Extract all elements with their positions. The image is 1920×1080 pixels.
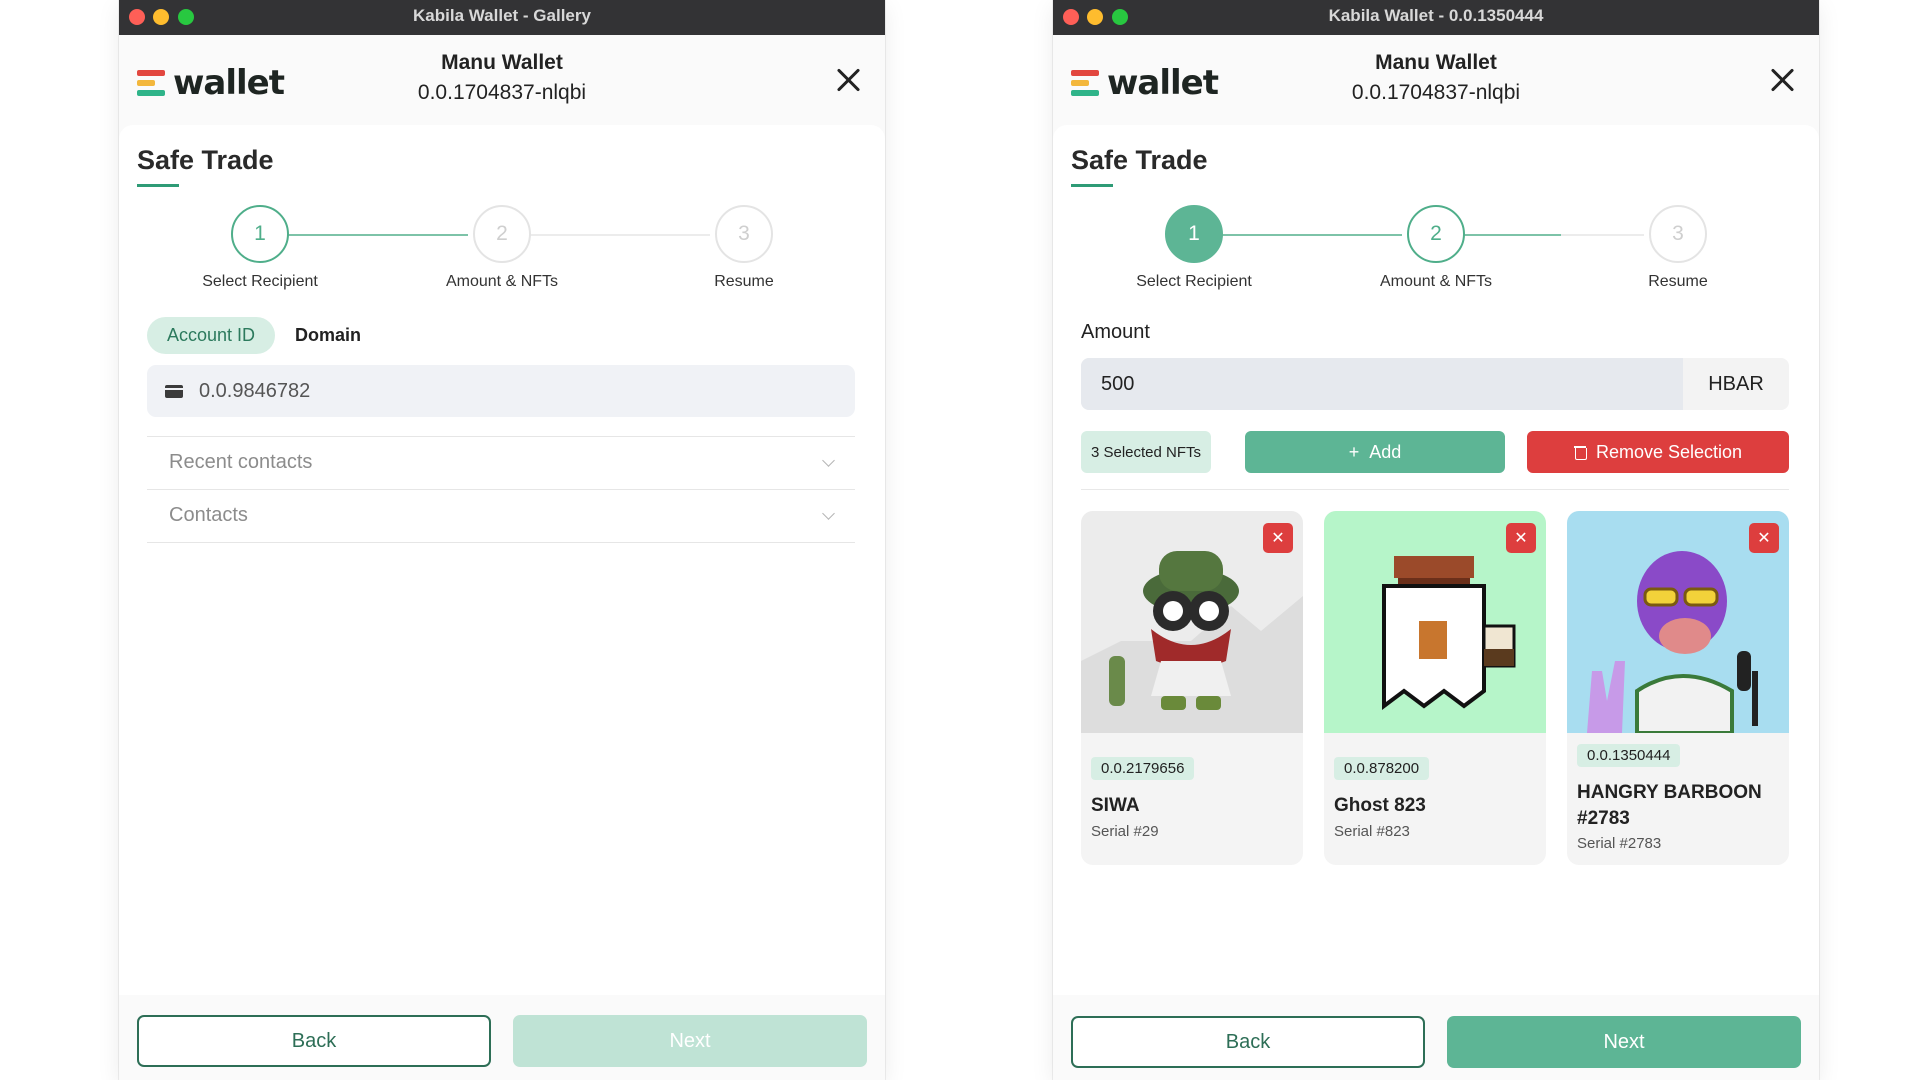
step-label: Select Recipient <box>202 273 318 290</box>
nft-token-id: 0.0.878200 <box>1334 757 1430 780</box>
wallet-window-gallery: Kabila Wallet - Gallery wallet Manu Wall… <box>119 0 885 1080</box>
window-title: Kabila Wallet - Gallery <box>413 6 591 25</box>
accordion-label: Recent contacts <box>169 451 313 473</box>
recipient-type-tabs: Account ID Domain <box>147 317 361 354</box>
account-name: Manu Wallet <box>441 51 563 74</box>
wallet-header: wallet Manu Wallet 0.0.1704837-nlqbi <box>119 35 885 125</box>
step-label: Resume <box>1648 273 1708 290</box>
account-info: Manu Wallet 0.0.1704837-nlqbi <box>119 51 885 105</box>
amount-input[interactable]: 500 <box>1081 358 1683 410</box>
nft-serial: Serial #29 <box>1091 823 1159 840</box>
window-title: Kabila Wallet - 0.0.1350444 <box>1328 6 1544 25</box>
amount-label: Amount <box>1081 321 1150 343</box>
tab-account-id[interactable]: Account ID <box>147 317 276 354</box>
recent-contacts-accordion[interactable]: Recent contacts <box>147 436 855 488</box>
step-number: 1 <box>231 205 289 263</box>
account-name: Manu Wallet <box>1375 51 1497 74</box>
wallet-window-account: Kabila Wallet - 0.0.1350444 wallet Manu … <box>1053 0 1819 1080</box>
remove-nft-icon[interactable]: ✕ <box>1506 523 1536 553</box>
window-titlebar: Kabila Wallet - Gallery <box>119 0 885 35</box>
chevron-down-icon <box>822 507 835 520</box>
nft-toolbar: 3 Selected NFTs + Add Remove Selection <box>1081 431 1789 473</box>
step-number: 3 <box>1649 205 1707 263</box>
stepper: 1 Select Recipient 2 Amount & NFTs 3 Res… <box>1053 205 1819 305</box>
step-amount-nfts: 2 Amount & NFTs <box>1336 205 1536 291</box>
divider <box>147 542 855 543</box>
plus-icon: + <box>1348 441 1360 462</box>
step-label: Select Recipient <box>1136 273 1252 290</box>
nft-card[interactable]: ✕ 0.0.1350444 HANGRY BARBOON #2783 Seria… <box>1567 511 1789 865</box>
step-select-recipient: 1 Select Recipient <box>160 205 360 291</box>
next-button[interactable]: Next <box>513 1015 867 1067</box>
nft-name: Ghost 823 <box>1334 795 1426 816</box>
step-label: Resume <box>714 273 774 290</box>
step-resume: 3 Resume <box>644 205 844 291</box>
step-number: 2 <box>1407 205 1465 263</box>
remove-nft-icon[interactable]: ✕ <box>1263 523 1293 553</box>
tab-domain[interactable]: Domain <box>295 317 361 354</box>
step-number: 1 <box>1165 205 1223 263</box>
nft-card[interactable]: ✕ 0.0.2179656 SIWA Serial #29 <box>1081 511 1303 865</box>
back-button[interactable]: Back <box>1071 1016 1425 1068</box>
remove-selection-button[interactable]: Remove Selection <box>1527 431 1789 473</box>
contacts-accordion[interactable]: Contacts <box>147 489 855 541</box>
step-number: 3 <box>715 205 773 263</box>
step-label: Amount & NFTs <box>445 273 559 290</box>
nft-token-id: 0.0.1350444 <box>1577 744 1681 767</box>
nft-card[interactable]: ✕ 0.0.878200 Ghost 823 Serial #823 <box>1324 511 1546 865</box>
remove-nft-icon[interactable]: ✕ <box>1749 523 1779 553</box>
back-button[interactable]: Back <box>137 1015 491 1067</box>
trash-icon <box>1573 445 1587 460</box>
account-info: Manu Wallet 0.0.1704837-nlqbi <box>1053 51 1819 105</box>
nft-name: HANGRY BARBOON #2783 <box>1577 782 1762 829</box>
divider <box>1081 489 1789 490</box>
stepper: 1 Select Recipient 2 Amount & NFTs 3 Res… <box>119 205 885 305</box>
credit-card-icon <box>165 384 183 398</box>
accordion-label: Contacts <box>169 504 248 526</box>
close-icon[interactable] <box>1767 65 1797 95</box>
remove-label: Remove Selection <box>1595 441 1743 462</box>
page-title: Safe Trade <box>137 145 274 175</box>
safe-trade-card: Safe Trade 1 Select Recipient 2 Amount &… <box>119 125 885 1067</box>
title-underline <box>137 184 179 187</box>
next-button[interactable]: Next <box>1447 1016 1801 1068</box>
chevron-down-icon <box>822 454 835 467</box>
step-label: Amount & NFTs <box>1379 273 1493 290</box>
nft-serial: Serial #823 <box>1334 823 1410 840</box>
step-number: 2 <box>473 205 531 263</box>
amount-field: 500 HBAR <box>1081 358 1789 410</box>
nft-token-id: 0.0.2179656 <box>1091 757 1195 780</box>
close-icon[interactable] <box>833 65 863 95</box>
title-underline <box>1071 184 1113 187</box>
nft-serial: Serial #2783 <box>1577 835 1662 852</box>
wallet-header: wallet Manu Wallet 0.0.1704837-nlqbi <box>1053 35 1819 125</box>
step-amount-nfts: 2 Amount & NFTs <box>402 205 602 291</box>
recipient-input[interactable]: 0.0.9846782 <box>147 365 855 417</box>
window-titlebar: Kabila Wallet - 0.0.1350444 <box>1053 0 1819 35</box>
account-id: 0.0.1704837-nlqbi <box>417 81 587 104</box>
step-resume: 3 Resume <box>1578 205 1778 291</box>
amount-unit: HBAR <box>1708 372 1764 395</box>
account-id: 0.0.1704837-nlqbi <box>1351 81 1521 104</box>
page-title: Safe Trade <box>1071 145 1208 175</box>
safe-trade-card: Safe Trade 1 Select Recipient 2 Amount &… <box>1053 125 1819 1068</box>
nft-name: SIWA <box>1091 795 1140 816</box>
add-nft-button[interactable]: + Add <box>1245 431 1505 473</box>
add-label: Add <box>1369 441 1402 462</box>
step-select-recipient: 1 Select Recipient <box>1094 205 1294 291</box>
recipient-input-value: 0.0.9846782 <box>199 379 311 402</box>
selected-nfts-badge: 3 Selected NFTs <box>1081 431 1211 473</box>
